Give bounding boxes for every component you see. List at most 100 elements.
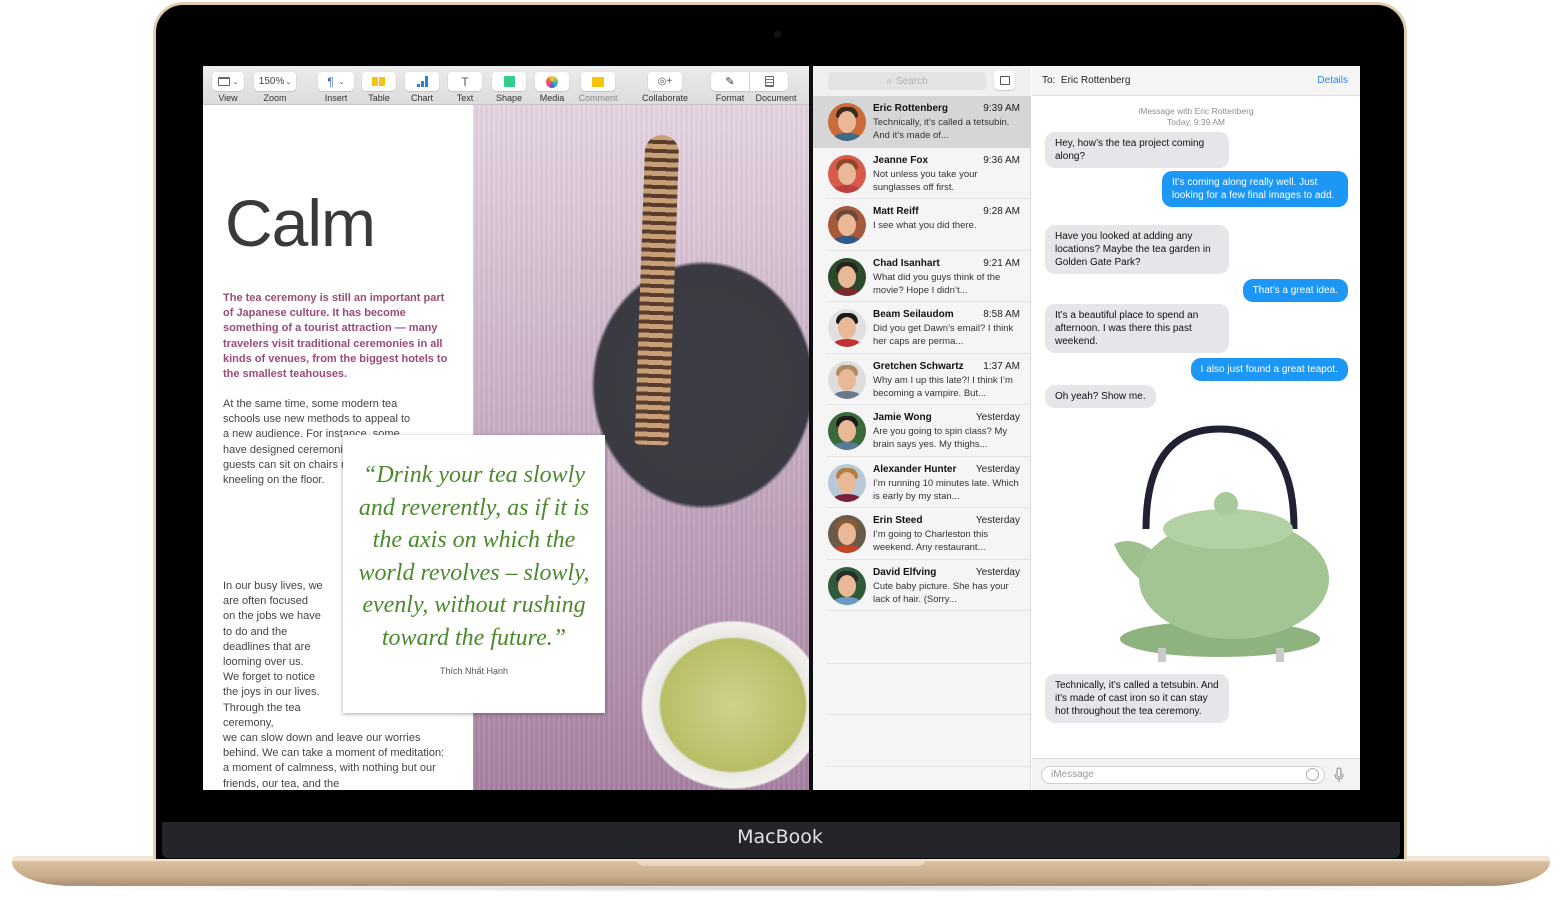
avatar bbox=[828, 515, 866, 553]
toolbar-media-button[interactable]: Media bbox=[535, 66, 569, 105]
details-button[interactable]: Details bbox=[1317, 75, 1348, 86]
shape-icon bbox=[503, 76, 515, 87]
conversation-time: 1:37 AM bbox=[983, 360, 1020, 372]
search-input[interactable]: ⌕ Search bbox=[828, 72, 986, 90]
incoming-message-bubble[interactable]: Oh yeah? Show me. bbox=[1045, 385, 1156, 408]
conversation-name: Matt Reiff bbox=[873, 206, 919, 217]
conversation-preview: Not unless you take your sunglasses off … bbox=[873, 168, 978, 193]
outgoing-message-bubble[interactable]: It’s coming along really well. Just look… bbox=[1162, 171, 1348, 207]
avatar bbox=[828, 412, 866, 450]
compose-icon bbox=[999, 76, 1010, 85]
toolbar-view-button[interactable]: ⌄ View bbox=[212, 66, 244, 105]
toolbar-insert-button[interactable]: ¶ ⌄ Insert bbox=[318, 66, 354, 105]
document-canvas[interactable]: Calm The tea ceremony is still an import… bbox=[203, 105, 809, 790]
conversation-preview: Did you get Dawn’s email? I think her ca… bbox=[873, 323, 1014, 347]
conversation-preview: I’m going to Charleston this weekend. An… bbox=[873, 529, 989, 553]
chevron-down-icon: ⌄ bbox=[285, 78, 292, 86]
emoji-icon[interactable] bbox=[1306, 768, 1319, 781]
chat-pane: To: Eric Rottenberg Details iMessage wit… bbox=[1032, 66, 1360, 790]
chat-service-label: iMessage with Eric Rottenberg bbox=[1138, 106, 1254, 116]
conversation-item[interactable]: Matt Reiff 9:28 AM I see what you did th… bbox=[813, 199, 1031, 251]
conversation-item[interactable]: Chad Isanhart 9:21 AM What did you guys … bbox=[813, 251, 1031, 302]
outgoing-message-bubble[interactable]: That’s a great idea. bbox=[1242, 279, 1348, 302]
screen: ⌄ View 150% ⌄ Zoom ¶ ⌄ Insert Table Char… bbox=[203, 66, 1360, 790]
conversation-name: Erin Steed bbox=[873, 515, 923, 526]
toolbar-label: Table bbox=[368, 93, 390, 103]
toolbar-comment-button[interactable]: Comment bbox=[577, 66, 619, 105]
chevron-down-icon: ⌄ bbox=[338, 78, 345, 86]
conversation-preview: Are you going to spin class? My brain sa… bbox=[873, 426, 1008, 450]
incoming-message-bubble[interactable]: It’s a beautiful place to spend an after… bbox=[1045, 304, 1229, 353]
conversation-name: Beam Seilaudom bbox=[873, 309, 954, 320]
table-icon bbox=[372, 76, 386, 87]
text-icon: T bbox=[461, 74, 469, 89]
pull-quote-text: “Drink your tea slowly and reverently, a… bbox=[358, 462, 590, 651]
avatar bbox=[828, 360, 866, 399]
to-label: To: bbox=[1042, 75, 1056, 86]
outgoing-message-bubble[interactable]: I also just found a great teapot. bbox=[1190, 358, 1348, 381]
avatar bbox=[828, 154, 866, 193]
message-compose-bar: iMessage bbox=[1032, 758, 1360, 790]
pull-quote-card[interactable]: “Drink your tea slowly and reverently, a… bbox=[343, 435, 605, 713]
conversation-preview: I see what you did there. bbox=[873, 220, 977, 231]
teapot-image-attachment[interactable] bbox=[1106, 424, 1334, 664]
sidebar-view-icon bbox=[217, 77, 230, 86]
toolbar-zoom-select[interactable]: 150% ⌄ Zoom bbox=[254, 66, 296, 105]
avatar bbox=[828, 206, 866, 244]
toolbar-document-button[interactable]: Document bbox=[750, 66, 802, 105]
conversation-item[interactable]: Gretchen Schwartz 1:37 AM Why am I up th… bbox=[813, 354, 1031, 405]
conversation-time: 8:58 AM bbox=[983, 309, 1020, 320]
format-brush-icon: ✎ bbox=[725, 76, 735, 88]
conversation-item[interactable]: Jamie Wong Yesterday Are you going to sp… bbox=[813, 405, 1031, 457]
imessage-input[interactable]: iMessage bbox=[1041, 766, 1325, 784]
lead-paragraph: The tea ceremony is still an important p… bbox=[223, 292, 448, 381]
conversation-time: Yesterday bbox=[975, 566, 1020, 578]
avatar bbox=[828, 257, 866, 296]
recipient-name[interactable]: Eric Rottenberg bbox=[1061, 75, 1130, 86]
conversation-item[interactable]: Eric Rottenberg 9:39 AM Technically, it’… bbox=[813, 96, 1031, 148]
chat-timestamp: Today, 9:39 AM bbox=[1167, 117, 1225, 127]
conversation-item[interactable]: David Elfving Yesterday Cute baby pictur… bbox=[813, 560, 1031, 611]
conversation-preview: I’m running 10 minutes late. Which is ea… bbox=[873, 477, 1019, 502]
search-placeholder: Search bbox=[895, 75, 928, 87]
microphone-icon[interactable] bbox=[1334, 767, 1344, 783]
incoming-message-bubble[interactable]: Have you looked at adding any locations?… bbox=[1045, 225, 1229, 274]
collaborate-icon: ◎+ bbox=[657, 76, 673, 87]
toolbar-label: Format bbox=[715, 93, 745, 103]
toolbar-table-button[interactable]: Table bbox=[362, 66, 396, 105]
compose-button[interactable] bbox=[994, 71, 1015, 90]
conversation-item[interactable]: Alexander Hunter Yesterday I’m running 1… bbox=[813, 457, 1031, 508]
conversation-item[interactable]: Jeanne Fox 9:36 AM Not unless you take y… bbox=[813, 148, 1031, 199]
incoming-message-bubble[interactable]: Hey, how’s the tea project coming along? bbox=[1045, 132, 1229, 168]
conversation-item[interactable]: Beam Seilaudom 8:58 AM Did you get Dawn’… bbox=[813, 302, 1031, 354]
toolbar-shape-button[interactable]: Shape bbox=[492, 66, 526, 105]
empty-row-separator bbox=[827, 714, 1030, 715]
conversation-time: Yesterday bbox=[975, 412, 1020, 423]
chart-icon bbox=[416, 76, 428, 87]
paragraph-icon: ¶ bbox=[327, 74, 334, 89]
avatar bbox=[828, 463, 866, 502]
toolbar-text-button[interactable]: T Text bbox=[448, 66, 482, 105]
conversation-item[interactable]: Erin Steed Yesterday I’m going to Charle… bbox=[813, 508, 1031, 560]
toolbar-chart-button[interactable]: Chart bbox=[405, 66, 439, 105]
toolbar-label: Insert bbox=[324, 93, 348, 103]
pull-quote-author: Thích Nhất Hạnh bbox=[439, 666, 509, 676]
incoming-message-bubble[interactable]: Technically, it’s called a tetsubin. And… bbox=[1045, 674, 1229, 723]
macbook-product-shot: MacBook ⌄ View 150% ⌄ Zoom ¶ ⌄ Insert Ta… bbox=[0, 0, 1560, 900]
toolbar-label: Collaborate bbox=[641, 93, 689, 103]
toolbar-label: View bbox=[218, 93, 238, 103]
conversation-time: Yesterday bbox=[975, 515, 1020, 526]
brand-label: MacBook bbox=[737, 826, 823, 848]
toolbar-label: Document bbox=[755, 93, 797, 103]
toolbar-label: Zoom bbox=[263, 93, 287, 103]
body-paragraph-2-wide: we can slow down and leave our worries b… bbox=[223, 732, 445, 790]
toolbar-label: Text bbox=[456, 93, 474, 103]
chevron-down-icon: ⌄ bbox=[232, 78, 239, 86]
toolbar-format-button[interactable]: ✎ Format bbox=[711, 66, 749, 105]
conversation-name: Alexander Hunter bbox=[873, 463, 957, 475]
conversation-name: David Elfving bbox=[873, 566, 937, 578]
toolbar-label: Comment bbox=[578, 93, 618, 103]
toolbar-collaborate-button[interactable]: ◎+ Collaborate bbox=[640, 66, 690, 105]
toolbar-label: Shape bbox=[495, 93, 523, 103]
media-icon bbox=[546, 75, 558, 88]
